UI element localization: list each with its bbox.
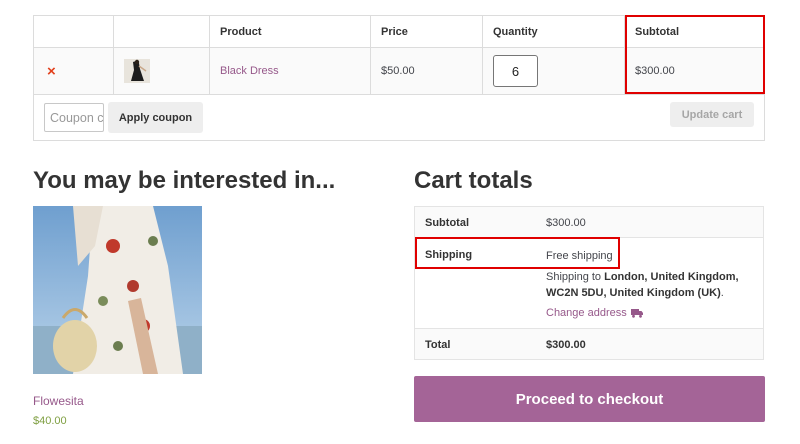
- cart-item-row: × Black Dress $50.00 $300.00: [33, 47, 765, 95]
- apply-coupon-button[interactable]: Apply coupon: [108, 102, 203, 133]
- shipping-method: Free shipping: [546, 250, 613, 262]
- header-remove: [33, 15, 114, 48]
- update-cart-button[interactable]: Update cart: [670, 102, 754, 127]
- recommended-product-price: $40.00: [33, 415, 67, 427]
- actions-cell: Apply coupon Update cart: [33, 94, 765, 141]
- header-subtotal: Subtotal: [624, 15, 765, 48]
- quantity-cell: [482, 47, 625, 95]
- subtotal-value: $300.00: [546, 217, 586, 229]
- product-link[interactable]: Black Dress: [220, 65, 279, 77]
- quantity-input[interactable]: [493, 55, 538, 87]
- truck-icon: [630, 309, 643, 318]
- price-cell: $50.00: [370, 47, 483, 95]
- header-price: Price: [370, 15, 483, 48]
- proceed-to-checkout-button[interactable]: Proceed to checkout: [414, 376, 765, 422]
- subtotal-cell: $300.00: [624, 47, 765, 95]
- totals-shipping-row: Shipping Free shipping Shipping to Londo…: [415, 238, 763, 329]
- change-address-link[interactable]: Change address: [546, 307, 643, 319]
- shipping-destination: Shipping to London, United Kingdom, WC2N…: [546, 269, 761, 301]
- header-thumbnail: [113, 15, 210, 48]
- remove-cell: ×: [33, 47, 114, 95]
- coupon-input[interactable]: [44, 103, 104, 132]
- recommended-product-name[interactable]: Flowesita: [33, 394, 84, 408]
- totals-subtotal-row: Subtotal $300.00: [415, 207, 763, 238]
- cart-header-row: Product Price Quantity Subtotal: [33, 15, 765, 48]
- header-quantity: Quantity: [482, 15, 625, 48]
- cart-actions-row: Apply coupon Update cart: [33, 94, 765, 141]
- interested-title: You may be interested in...: [33, 167, 336, 194]
- subtotal-label: Subtotal: [425, 217, 469, 229]
- total-value: $300.00: [546, 339, 586, 351]
- total-label: Total: [425, 339, 451, 351]
- totals-total-row: Total $300.00: [415, 329, 763, 359]
- change-address-label: Change address: [546, 307, 627, 319]
- shipping-to-prefix: Shipping to: [546, 271, 602, 283]
- remove-item-icon[interactable]: ×: [44, 63, 56, 80]
- thumbnail-cell: [113, 47, 210, 95]
- product-cell: Black Dress: [209, 47, 371, 95]
- product-thumbnail[interactable]: [124, 59, 150, 83]
- product-image[interactable]: [33, 206, 202, 374]
- header-product: Product: [209, 15, 371, 48]
- cart-table: Product Price Quantity Subtotal × Black …: [33, 15, 765, 141]
- cart-totals-title: Cart totals: [414, 167, 533, 194]
- cart-totals-table: Subtotal $300.00 Shipping Free shipping …: [414, 206, 764, 360]
- shipping-label: Shipping: [425, 249, 473, 261]
- shipping-suffix: .: [720, 287, 724, 299]
